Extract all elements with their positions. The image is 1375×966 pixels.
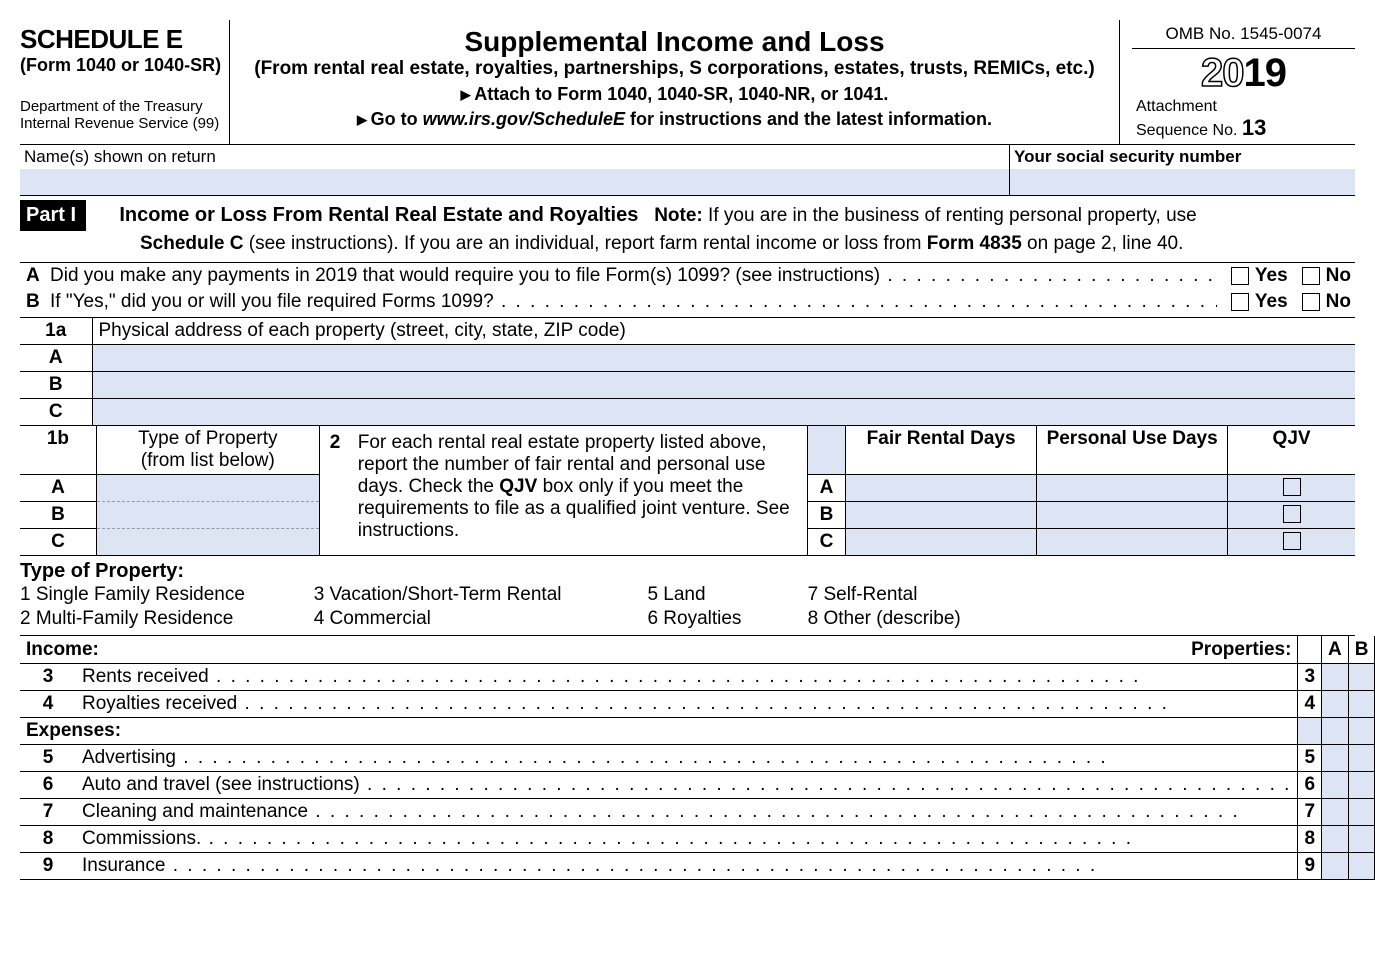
form-header: SCHEDULE E (Form 1040 or 1040-SR) Depart… bbox=[20, 20, 1355, 145]
line-5-a-input[interactable] bbox=[1322, 744, 1349, 771]
line-5-desc: Advertising bbox=[76, 744, 1298, 771]
line-9-a-input[interactable] bbox=[1322, 852, 1349, 879]
line-1a-table: 1a Physical address of each property (st… bbox=[20, 318, 1355, 426]
line-2-text: For each rental real estate property lis… bbox=[358, 432, 797, 542]
line-9-b-input[interactable] bbox=[1348, 852, 1375, 879]
question-a-no-checkbox[interactable] bbox=[1302, 267, 1320, 285]
line-7-a-input[interactable] bbox=[1322, 798, 1349, 825]
line-7-desc: Cleaning and maintenance bbox=[76, 798, 1298, 825]
personal-use-b-input[interactable] bbox=[1037, 502, 1228, 529]
properties-header: Properties: bbox=[325, 636, 1298, 663]
type-c-input[interactable] bbox=[96, 529, 319, 556]
header-right: OMB No. 1545-0074 2019 Attachment Sequen… bbox=[1120, 20, 1355, 144]
header-center: Supplemental Income and Loss (From renta… bbox=[230, 20, 1120, 144]
property-type-legend: Type of Property: 1 Single Family Reside… bbox=[20, 556, 1355, 636]
name-field: Name(s) shown on return bbox=[20, 145, 1010, 195]
question-b-no-checkbox[interactable] bbox=[1302, 293, 1320, 311]
col-a-header: A bbox=[1322, 636, 1349, 663]
form-title: Supplemental Income and Loss bbox=[238, 26, 1111, 58]
line-6-b-input[interactable] bbox=[1348, 771, 1375, 798]
line-7-b-input[interactable] bbox=[1348, 798, 1375, 825]
ssn-input[interactable] bbox=[1010, 169, 1355, 195]
line-1b-2-table: 1b Type of Property (from list below) 2 … bbox=[20, 426, 1355, 556]
line-4-desc: Royalties received bbox=[76, 690, 1298, 717]
line-8-desc: Commissions. bbox=[76, 825, 1298, 852]
line-6-a-input[interactable] bbox=[1322, 771, 1349, 798]
line-4-b-input[interactable] bbox=[1348, 690, 1375, 717]
fair-rental-c-input[interactable] bbox=[846, 529, 1037, 556]
line-2-cell: 2 For each rental real estate property l… bbox=[319, 426, 807, 556]
line-8-a-input[interactable] bbox=[1322, 825, 1349, 852]
line-5-b-input[interactable] bbox=[1348, 744, 1375, 771]
qjv-b-checkbox[interactable] bbox=[1283, 505, 1301, 523]
line-1a-label: Physical address of each property (stree… bbox=[92, 318, 1355, 345]
name-input[interactable] bbox=[20, 169, 1009, 195]
name-ssn-row: Name(s) shown on return Your social secu… bbox=[20, 145, 1355, 196]
line-1a-number: 1a bbox=[20, 318, 92, 345]
name-label: Name(s) shown on return bbox=[20, 145, 1009, 169]
part-i-label: Part I bbox=[20, 200, 86, 231]
schedule-e-form: SCHEDULE E (Form 1040 or 1040-SR) Depart… bbox=[20, 20, 1355, 880]
questions-block: A Did you make any payments in 2019 that… bbox=[20, 263, 1355, 318]
personal-use-header: Personal Use Days bbox=[1037, 426, 1228, 475]
address-b-input[interactable] bbox=[92, 372, 1355, 399]
goto-instruction: Go to www.irs.gov/ScheduleE for instruct… bbox=[238, 109, 1111, 130]
line-1b-label: Type of Property (from list below) bbox=[96, 426, 319, 475]
question-b: B If "Yes," did you or will you file req… bbox=[20, 289, 1355, 315]
question-a-yes-checkbox[interactable] bbox=[1231, 267, 1249, 285]
header-left: SCHEDULE E (Form 1040 or 1040-SR) Depart… bbox=[20, 20, 230, 144]
ssn-label: Your social security number bbox=[1010, 145, 1355, 169]
qjv-a-checkbox[interactable] bbox=[1283, 478, 1301, 496]
fair-rental-header: Fair Rental Days bbox=[846, 426, 1037, 475]
fair-rental-b-input[interactable] bbox=[846, 502, 1037, 529]
question-b-yes-checkbox[interactable] bbox=[1231, 293, 1249, 311]
line-9-desc: Insurance bbox=[76, 852, 1298, 879]
income-expense-table: Income: Properties: A B C 3 Rents receiv… bbox=[20, 636, 1375, 880]
expenses-header: Expenses: bbox=[20, 717, 1298, 744]
type-b-input[interactable] bbox=[96, 502, 319, 529]
line-8-b-input[interactable] bbox=[1348, 825, 1375, 852]
line-4-a-input[interactable] bbox=[1322, 690, 1349, 717]
line-3-a-input[interactable] bbox=[1322, 663, 1349, 690]
qjv-header: QJV bbox=[1228, 426, 1355, 475]
omb-number: OMB No. 1545-0074 bbox=[1132, 24, 1355, 49]
form-number: (Form 1040 or 1040-SR) bbox=[20, 55, 223, 76]
line-1b-number: 1b bbox=[20, 426, 96, 475]
attachment-sequence: Attachment Sequence No. 13 bbox=[1132, 98, 1355, 140]
col-b-header: B bbox=[1348, 636, 1375, 663]
income-header: Income: bbox=[20, 636, 325, 663]
part-i-heading: Part I Income or Loss From Rental Real E… bbox=[20, 196, 1355, 264]
fair-rental-a-input[interactable] bbox=[846, 475, 1037, 502]
line-6-desc: Auto and travel (see instructions) bbox=[76, 771, 1298, 798]
ssn-field: Your social security number bbox=[1010, 145, 1355, 195]
part-i-continuation: Schedule C (see instructions). If you ar… bbox=[140, 231, 1355, 257]
line-3-b-input[interactable] bbox=[1348, 663, 1375, 690]
personal-use-a-input[interactable] bbox=[1037, 475, 1228, 502]
line-3-desc: Rents received bbox=[76, 663, 1298, 690]
address-c-input[interactable] bbox=[92, 399, 1355, 426]
question-a: A Did you make any payments in 2019 that… bbox=[20, 263, 1355, 289]
attach-instruction: Attach to Form 1040, 1040-SR, 1040-NR, o… bbox=[238, 84, 1111, 105]
schedule-label: SCHEDULE E bbox=[20, 24, 223, 55]
department-info: Department of the Treasury Internal Reve… bbox=[20, 98, 223, 133]
tax-year: 2019 bbox=[1132, 51, 1355, 96]
address-a-input[interactable] bbox=[92, 345, 1355, 372]
qjv-c-checkbox[interactable] bbox=[1283, 532, 1301, 550]
form-subtitle: (From rental real estate, royalties, par… bbox=[238, 58, 1111, 80]
type-a-input[interactable] bbox=[96, 475, 319, 502]
part-i-title: Income or Loss From Rental Real Estate a… bbox=[119, 204, 638, 226]
personal-use-c-input[interactable] bbox=[1037, 529, 1228, 556]
